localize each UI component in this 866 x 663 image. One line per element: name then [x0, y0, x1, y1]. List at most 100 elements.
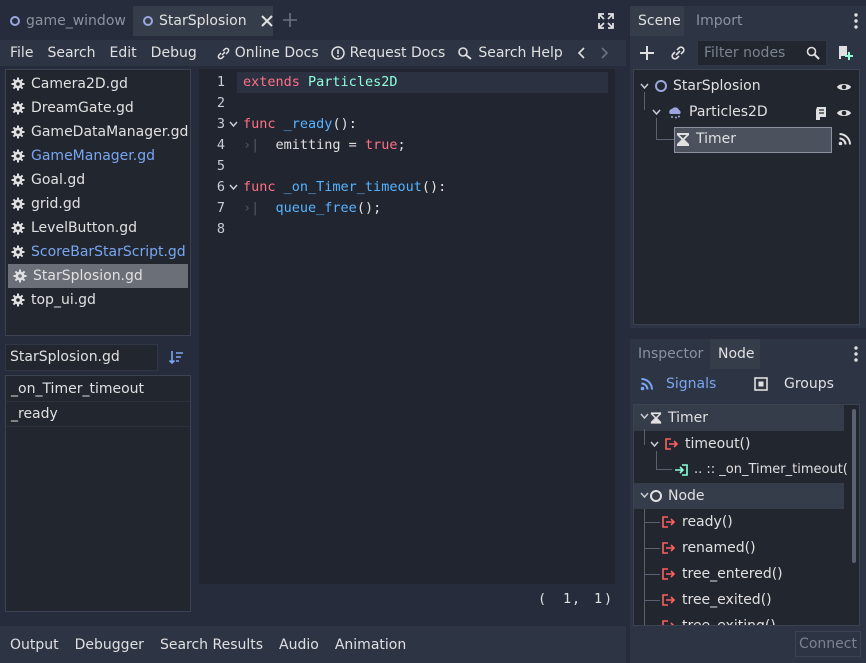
signal-label: renamed()	[682, 540, 756, 556]
signals-tab[interactable]: Signals	[640, 376, 716, 392]
link-icon[interactable]	[670, 45, 686, 61]
search-icon	[806, 46, 820, 60]
signal-renamed[interactable]: renamed()	[662, 540, 756, 556]
section-label: Timer	[668, 410, 709, 426]
tab-node[interactable]: Node	[710, 339, 760, 369]
script-item[interactable]: ScoreBarStarScript.gd	[6, 240, 190, 264]
fold-icon[interactable]	[229, 121, 238, 128]
tab-import[interactable]: Import	[688, 6, 750, 36]
script-item-selected[interactable]: StarSplosion.gd	[8, 264, 188, 288]
method-filter-field[interactable]: StarSplosion.gd	[5, 344, 158, 371]
menu-edit[interactable]: Edit	[100, 45, 137, 61]
node-label: StarSplosion	[673, 78, 761, 94]
script-label: top_ui.gd	[31, 292, 96, 308]
tree-node-timer[interactable]: Timer	[676, 131, 736, 147]
add-node-button[interactable]	[638, 44, 656, 62]
script-label: GameManager.gd	[31, 148, 155, 164]
tree-node-starsplosion[interactable]: StarSplosion	[640, 78, 761, 94]
menu-debug[interactable]: Debug	[141, 45, 197, 61]
tab-animation[interactable]: Animation	[319, 637, 406, 653]
method-item[interactable]: _on_Timer_timeout	[6, 377, 190, 402]
signal-icon[interactable]	[838, 132, 852, 146]
tree-node-particles2d[interactable]: Particles2D	[652, 104, 768, 120]
chevron-down-icon	[640, 413, 649, 420]
close-icon[interactable]	[260, 15, 273, 27]
method-list: _on_Timer_timeout _ready	[5, 375, 191, 612]
line-number: 2	[216, 95, 225, 111]
more-icon[interactable]	[854, 346, 858, 362]
info-icon	[330, 46, 345, 60]
signal-out-icon	[665, 438, 679, 450]
bottom-panel-tabs: Output Debugger Search Results Audio Ani…	[0, 626, 626, 663]
connect-button[interactable]: Connect	[795, 631, 861, 657]
eye-icon[interactable]	[836, 106, 852, 120]
signal-section-timer[interactable]: Timer	[634, 405, 844, 431]
script-icon[interactable]	[814, 106, 828, 121]
history-forward-icon[interactable]	[599, 46, 609, 60]
tab-game-window[interactable]: game_window	[0, 6, 132, 36]
line-number: 4	[216, 137, 225, 153]
search-help-button[interactable]: Search Help	[457, 45, 563, 61]
tab-indent-icon: ›|	[243, 200, 260, 216]
signal-out-icon	[662, 620, 676, 625]
signal-section-node[interactable]: Node	[634, 483, 844, 509]
online-docs-button[interactable]: Online Docs	[217, 45, 319, 61]
plus-icon[interactable]	[282, 12, 298, 28]
tab-debugger[interactable]: Debugger	[59, 637, 144, 653]
code-editor[interactable]: 1 extends Particles2D 2 3 func _ready():…	[199, 69, 615, 584]
script-item[interactable]: DreamGate.gd	[6, 96, 190, 120]
script-item[interactable]: LevelButton.gd	[6, 216, 190, 240]
script-attach-icon[interactable]	[836, 44, 854, 62]
script-item[interactable]: GameManager.gd	[6, 144, 190, 168]
chevron-down-icon	[650, 441, 659, 448]
signal-tree-exited[interactable]: tree_exited()	[662, 592, 772, 608]
request-docs-label: Request Docs	[349, 45, 446, 61]
fullscreen-icon[interactable]	[598, 13, 614, 29]
tab-inspector[interactable]: Inspector	[630, 339, 711, 369]
tab-audio[interactable]: Audio	[263, 637, 319, 653]
signal-label: tree_exiting()	[682, 618, 776, 626]
cursor-position: ( 1 , 1 )	[500, 586, 615, 612]
scrollbar[interactable]	[852, 409, 856, 563]
script-item[interactable]: Goal.gd	[6, 168, 190, 192]
sort-icon[interactable]	[168, 349, 184, 365]
cursor-separator: ,	[572, 591, 581, 607]
script-item[interactable]: GameDataManager.gd	[6, 120, 190, 144]
script-label: Camera2D.gd	[31, 76, 128, 92]
code-line: 2	[199, 93, 615, 114]
script-item[interactable]: top_ui.gd	[6, 288, 190, 312]
signal-timeout[interactable]: timeout()	[650, 436, 750, 452]
tab-indent-icon: ›|	[243, 137, 260, 153]
signal-tree-entered[interactable]: tree_entered()	[662, 566, 783, 582]
signal-out-icon	[662, 594, 676, 606]
scene-tree: StarSplosion Particles2D Timer	[633, 69, 860, 325]
filter-nodes-field[interactable]: Filter nodes	[697, 40, 827, 66]
script-label: ScoreBarStarScript.gd	[31, 244, 186, 260]
tab-output[interactable]: Output	[0, 637, 59, 653]
signal-ready[interactable]: ready()	[662, 514, 733, 530]
history-back-icon[interactable]	[577, 46, 587, 60]
signal-connection[interactable]: .. :: _on_Timer_timeout(	[674, 462, 848, 477]
menu-file[interactable]: File	[0, 45, 33, 61]
code-line: 3 func _ready():	[199, 114, 615, 135]
function-token: queue_free	[275, 200, 357, 216]
eye-icon[interactable]	[836, 80, 852, 94]
tab-starsplosion[interactable]: StarSplosion	[133, 6, 273, 36]
groups-tab[interactable]: Groups	[754, 376, 834, 392]
script-item[interactable]: Camera2D.gd	[6, 72, 190, 96]
signal-tree-exiting[interactable]: tree_exiting()	[662, 618, 776, 626]
method-item[interactable]: _ready	[6, 402, 190, 427]
cursor-paren: )	[604, 591, 613, 607]
menu-search[interactable]: Search	[37, 45, 95, 61]
tab-scene[interactable]: Scene	[630, 6, 684, 36]
more-icon[interactable]	[854, 13, 858, 29]
script-label: grid.gd	[31, 196, 81, 212]
gear-icon	[11, 245, 25, 259]
code-text: ():	[332, 116, 357, 132]
tab-search-results[interactable]: Search Results	[144, 637, 263, 653]
request-docs-button[interactable]: Request Docs	[330, 45, 446, 61]
fold-icon[interactable]	[229, 184, 238, 191]
code-text: ():	[421, 179, 447, 195]
script-item[interactable]: grid.gd	[6, 192, 190, 216]
line-number: 1	[216, 74, 225, 90]
